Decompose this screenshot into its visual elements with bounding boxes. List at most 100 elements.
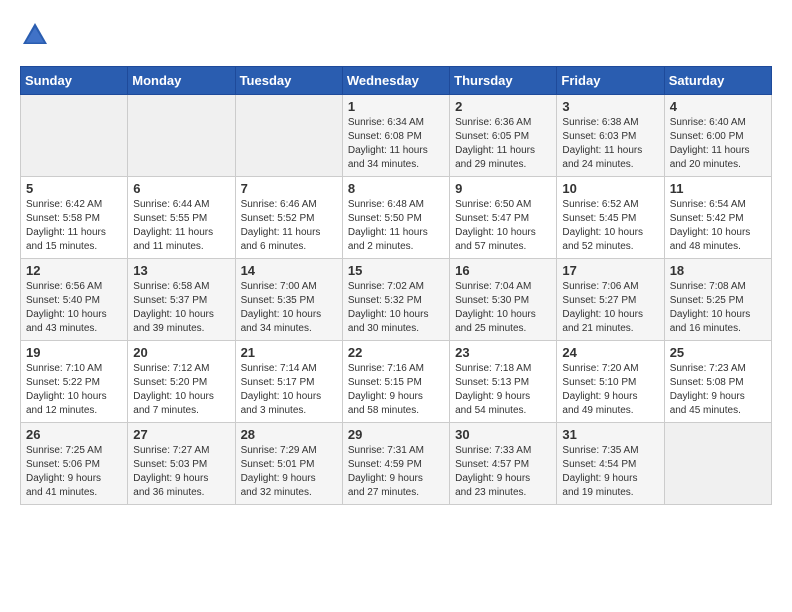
page-header: [20, 20, 772, 50]
day-number: 31: [562, 427, 658, 442]
day-number: 8: [348, 181, 444, 196]
calendar-cell: 4Sunrise: 6:40 AM Sunset: 6:00 PM Daylig…: [664, 95, 771, 177]
calendar-week-row: 12 Sunrise: 6:56 AM Sunset: 5:40 PM Dayli…: [21, 259, 772, 341]
calendar-header-sunday: Sunday: [21, 67, 128, 95]
calendar-cell: 21 Sunrise: 7:14 AM Sunset: 5:17 PM Dayli…: [235, 341, 342, 423]
calendar-header-thursday: Thursday: [450, 67, 557, 95]
calendar-table: SundayMondayTuesdayWednesdayThursdayFrid…: [20, 66, 772, 505]
calendar-week-row: 5 Sunrise: 6:42 AM Sunset: 5:58 PM Daylig…: [21, 177, 772, 259]
calendar-cell: 11 Sunrise: 6:54 AM Sunset: 5:42 PM Dayli…: [664, 177, 771, 259]
calendar-cell: 20 Sunrise: 7:12 AM Sunset: 5:20 PM Dayli…: [128, 341, 235, 423]
calendar-cell: 26 Sunrise: 7:25 AM Sunset: 5:06 PM Dayli…: [21, 423, 128, 505]
day-number: 7: [241, 181, 337, 196]
day-info: Sunrise: 7:02 AM Sunset: 5:32 PM Dayligh…: [348, 280, 444, 336]
calendar-cell: 10 Sunrise: 6:52 AM Sunset: 5:45 PM Dayli…: [557, 177, 664, 259]
calendar-cell: 13 Sunrise: 6:58 AM Sunset: 5:37 PM Dayli…: [128, 259, 235, 341]
day-info: Sunrise: 7:10 AM Sunset: 5:22 PM Dayligh…: [26, 362, 122, 418]
calendar-cell: 9 Sunrise: 6:50 AM Sunset: 5:47 PM Daylig…: [450, 177, 557, 259]
day-number: 27: [133, 427, 229, 442]
calendar-cell: 8 Sunrise: 6:48 AM Sunset: 5:50 PM Daylig…: [342, 177, 449, 259]
calendar-cell: 7 Sunrise: 6:46 AM Sunset: 5:52 PM Daylig…: [235, 177, 342, 259]
day-number: 2: [455, 99, 551, 114]
day-number: 1: [348, 99, 444, 114]
day-number: 22: [348, 345, 444, 360]
calendar-cell: 5 Sunrise: 6:42 AM Sunset: 5:58 PM Daylig…: [21, 177, 128, 259]
calendar-cell: 29Sunrise: 7:31 AM Sunset: 4:59 PM Dayli…: [342, 423, 449, 505]
calendar-cell: 2 Sunrise: 6:36 AM Sunset: 6:05 PM Daylig…: [450, 95, 557, 177]
day-number: 10: [562, 181, 658, 196]
day-info: Sunrise: 6:56 AM Sunset: 5:40 PM Dayligh…: [26, 280, 122, 336]
calendar-cell: 1 Sunrise: 6:34 AM Sunset: 6:08 PM Daylig…: [342, 95, 449, 177]
logo-icon: [20, 20, 50, 50]
day-number: 9: [455, 181, 551, 196]
day-number: 21: [241, 345, 337, 360]
day-number: 4: [670, 99, 766, 114]
day-info: Sunrise: 6:48 AM Sunset: 5:50 PM Dayligh…: [348, 198, 444, 254]
day-number: 30: [455, 427, 551, 442]
calendar-cell: 19Sunrise: 7:10 AM Sunset: 5:22 PM Dayli…: [21, 341, 128, 423]
calendar-header-saturday: Saturday: [664, 67, 771, 95]
day-number: 23: [455, 345, 551, 360]
calendar-cell: 24 Sunrise: 7:20 AM Sunset: 5:10 PM Dayli…: [557, 341, 664, 423]
day-info: Sunrise: 7:23 AM Sunset: 5:08 PM Dayligh…: [670, 362, 766, 418]
day-info: Sunrise: 7:33 AM Sunset: 4:57 PM Dayligh…: [455, 444, 551, 500]
calendar-week-row: 1 Sunrise: 6:34 AM Sunset: 6:08 PM Daylig…: [21, 95, 772, 177]
day-number: 25: [670, 345, 766, 360]
day-info: Sunrise: 6:34 AM Sunset: 6:08 PM Dayligh…: [348, 116, 444, 172]
day-number: 20: [133, 345, 229, 360]
day-info: Sunrise: 6:50 AM Sunset: 5:47 PM Dayligh…: [455, 198, 551, 254]
day-info: Sunrise: 7:25 AM Sunset: 5:06 PM Dayligh…: [26, 444, 122, 500]
day-number: 15: [348, 263, 444, 278]
day-info: Sunrise: 6:38 AM Sunset: 6:03 PM Dayligh…: [562, 116, 658, 172]
logo: [20, 20, 54, 50]
calendar-cell: [21, 95, 128, 177]
day-number: 13: [133, 263, 229, 278]
calendar-cell: 3 Sunrise: 6:38 AM Sunset: 6:03 PM Daylig…: [557, 95, 664, 177]
day-number: 17: [562, 263, 658, 278]
day-number: 28: [241, 427, 337, 442]
calendar-cell: 12 Sunrise: 6:56 AM Sunset: 5:40 PM Dayli…: [21, 259, 128, 341]
day-info: Sunrise: 6:46 AM Sunset: 5:52 PM Dayligh…: [241, 198, 337, 254]
day-info: Sunrise: 6:58 AM Sunset: 5:37 PM Dayligh…: [133, 280, 229, 336]
calendar-header-row: SundayMondayTuesdayWednesdayThursdayFrid…: [21, 67, 772, 95]
calendar-cell: 6 Sunrise: 6:44 AM Sunset: 5:55 PM Daylig…: [128, 177, 235, 259]
calendar-cell: 28 Sunrise: 7:29 AM Sunset: 5:01 PM Dayli…: [235, 423, 342, 505]
calendar-cell: [128, 95, 235, 177]
day-info: Sunrise: 7:18 AM Sunset: 5:13 PM Dayligh…: [455, 362, 551, 418]
calendar-cell: 14Sunrise: 7:00 AM Sunset: 5:35 PM Dayli…: [235, 259, 342, 341]
calendar-cell: 17 Sunrise: 7:06 AM Sunset: 5:27 PM Dayli…: [557, 259, 664, 341]
calendar-cell: 27Sunrise: 7:27 AM Sunset: 5:03 PM Dayli…: [128, 423, 235, 505]
day-info: Sunrise: 6:54 AM Sunset: 5:42 PM Dayligh…: [670, 198, 766, 254]
calendar-header-friday: Friday: [557, 67, 664, 95]
day-info: Sunrise: 7:00 AM Sunset: 5:35 PM Dayligh…: [241, 280, 337, 336]
day-info: Sunrise: 6:52 AM Sunset: 5:45 PM Dayligh…: [562, 198, 658, 254]
day-info: Sunrise: 7:16 AM Sunset: 5:15 PM Dayligh…: [348, 362, 444, 418]
calendar-cell: 22 Sunrise: 7:16 AM Sunset: 5:15 PM Dayli…: [342, 341, 449, 423]
calendar-week-row: 26 Sunrise: 7:25 AM Sunset: 5:06 PM Dayli…: [21, 423, 772, 505]
day-info: Sunrise: 7:06 AM Sunset: 5:27 PM Dayligh…: [562, 280, 658, 336]
calendar-cell: 16Sunrise: 7:04 AM Sunset: 5:30 PM Dayli…: [450, 259, 557, 341]
day-number: 18: [670, 263, 766, 278]
day-info: Sunrise: 7:31 AM Sunset: 4:59 PM Dayligh…: [348, 444, 444, 500]
day-number: 12: [26, 263, 122, 278]
day-number: 24: [562, 345, 658, 360]
calendar-header-wednesday: Wednesday: [342, 67, 449, 95]
calendar-cell: 30 Sunrise: 7:33 AM Sunset: 4:57 PM Dayli…: [450, 423, 557, 505]
day-info: Sunrise: 7:20 AM Sunset: 5:10 PM Dayligh…: [562, 362, 658, 418]
day-info: Sunrise: 7:14 AM Sunset: 5:17 PM Dayligh…: [241, 362, 337, 418]
day-number: 3: [562, 99, 658, 114]
day-info: Sunrise: 6:44 AM Sunset: 5:55 PM Dayligh…: [133, 198, 229, 254]
day-info: Sunrise: 6:36 AM Sunset: 6:05 PM Dayligh…: [455, 116, 551, 172]
calendar-header-tuesday: Tuesday: [235, 67, 342, 95]
day-number: 26: [26, 427, 122, 442]
day-info: Sunrise: 7:29 AM Sunset: 5:01 PM Dayligh…: [241, 444, 337, 500]
day-number: 5: [26, 181, 122, 196]
calendar-cell: 23 Sunrise: 7:18 AM Sunset: 5:13 PM Dayli…: [450, 341, 557, 423]
day-info: Sunrise: 7:12 AM Sunset: 5:20 PM Dayligh…: [133, 362, 229, 418]
day-info: Sunrise: 7:04 AM Sunset: 5:30 PM Dayligh…: [455, 280, 551, 336]
day-info: Sunrise: 7:08 AM Sunset: 5:25 PM Dayligh…: [670, 280, 766, 336]
day-number: 6: [133, 181, 229, 196]
calendar-header-monday: Monday: [128, 67, 235, 95]
day-number: 11: [670, 181, 766, 196]
day-info: Sunrise: 6:42 AM Sunset: 5:58 PM Dayligh…: [26, 198, 122, 254]
